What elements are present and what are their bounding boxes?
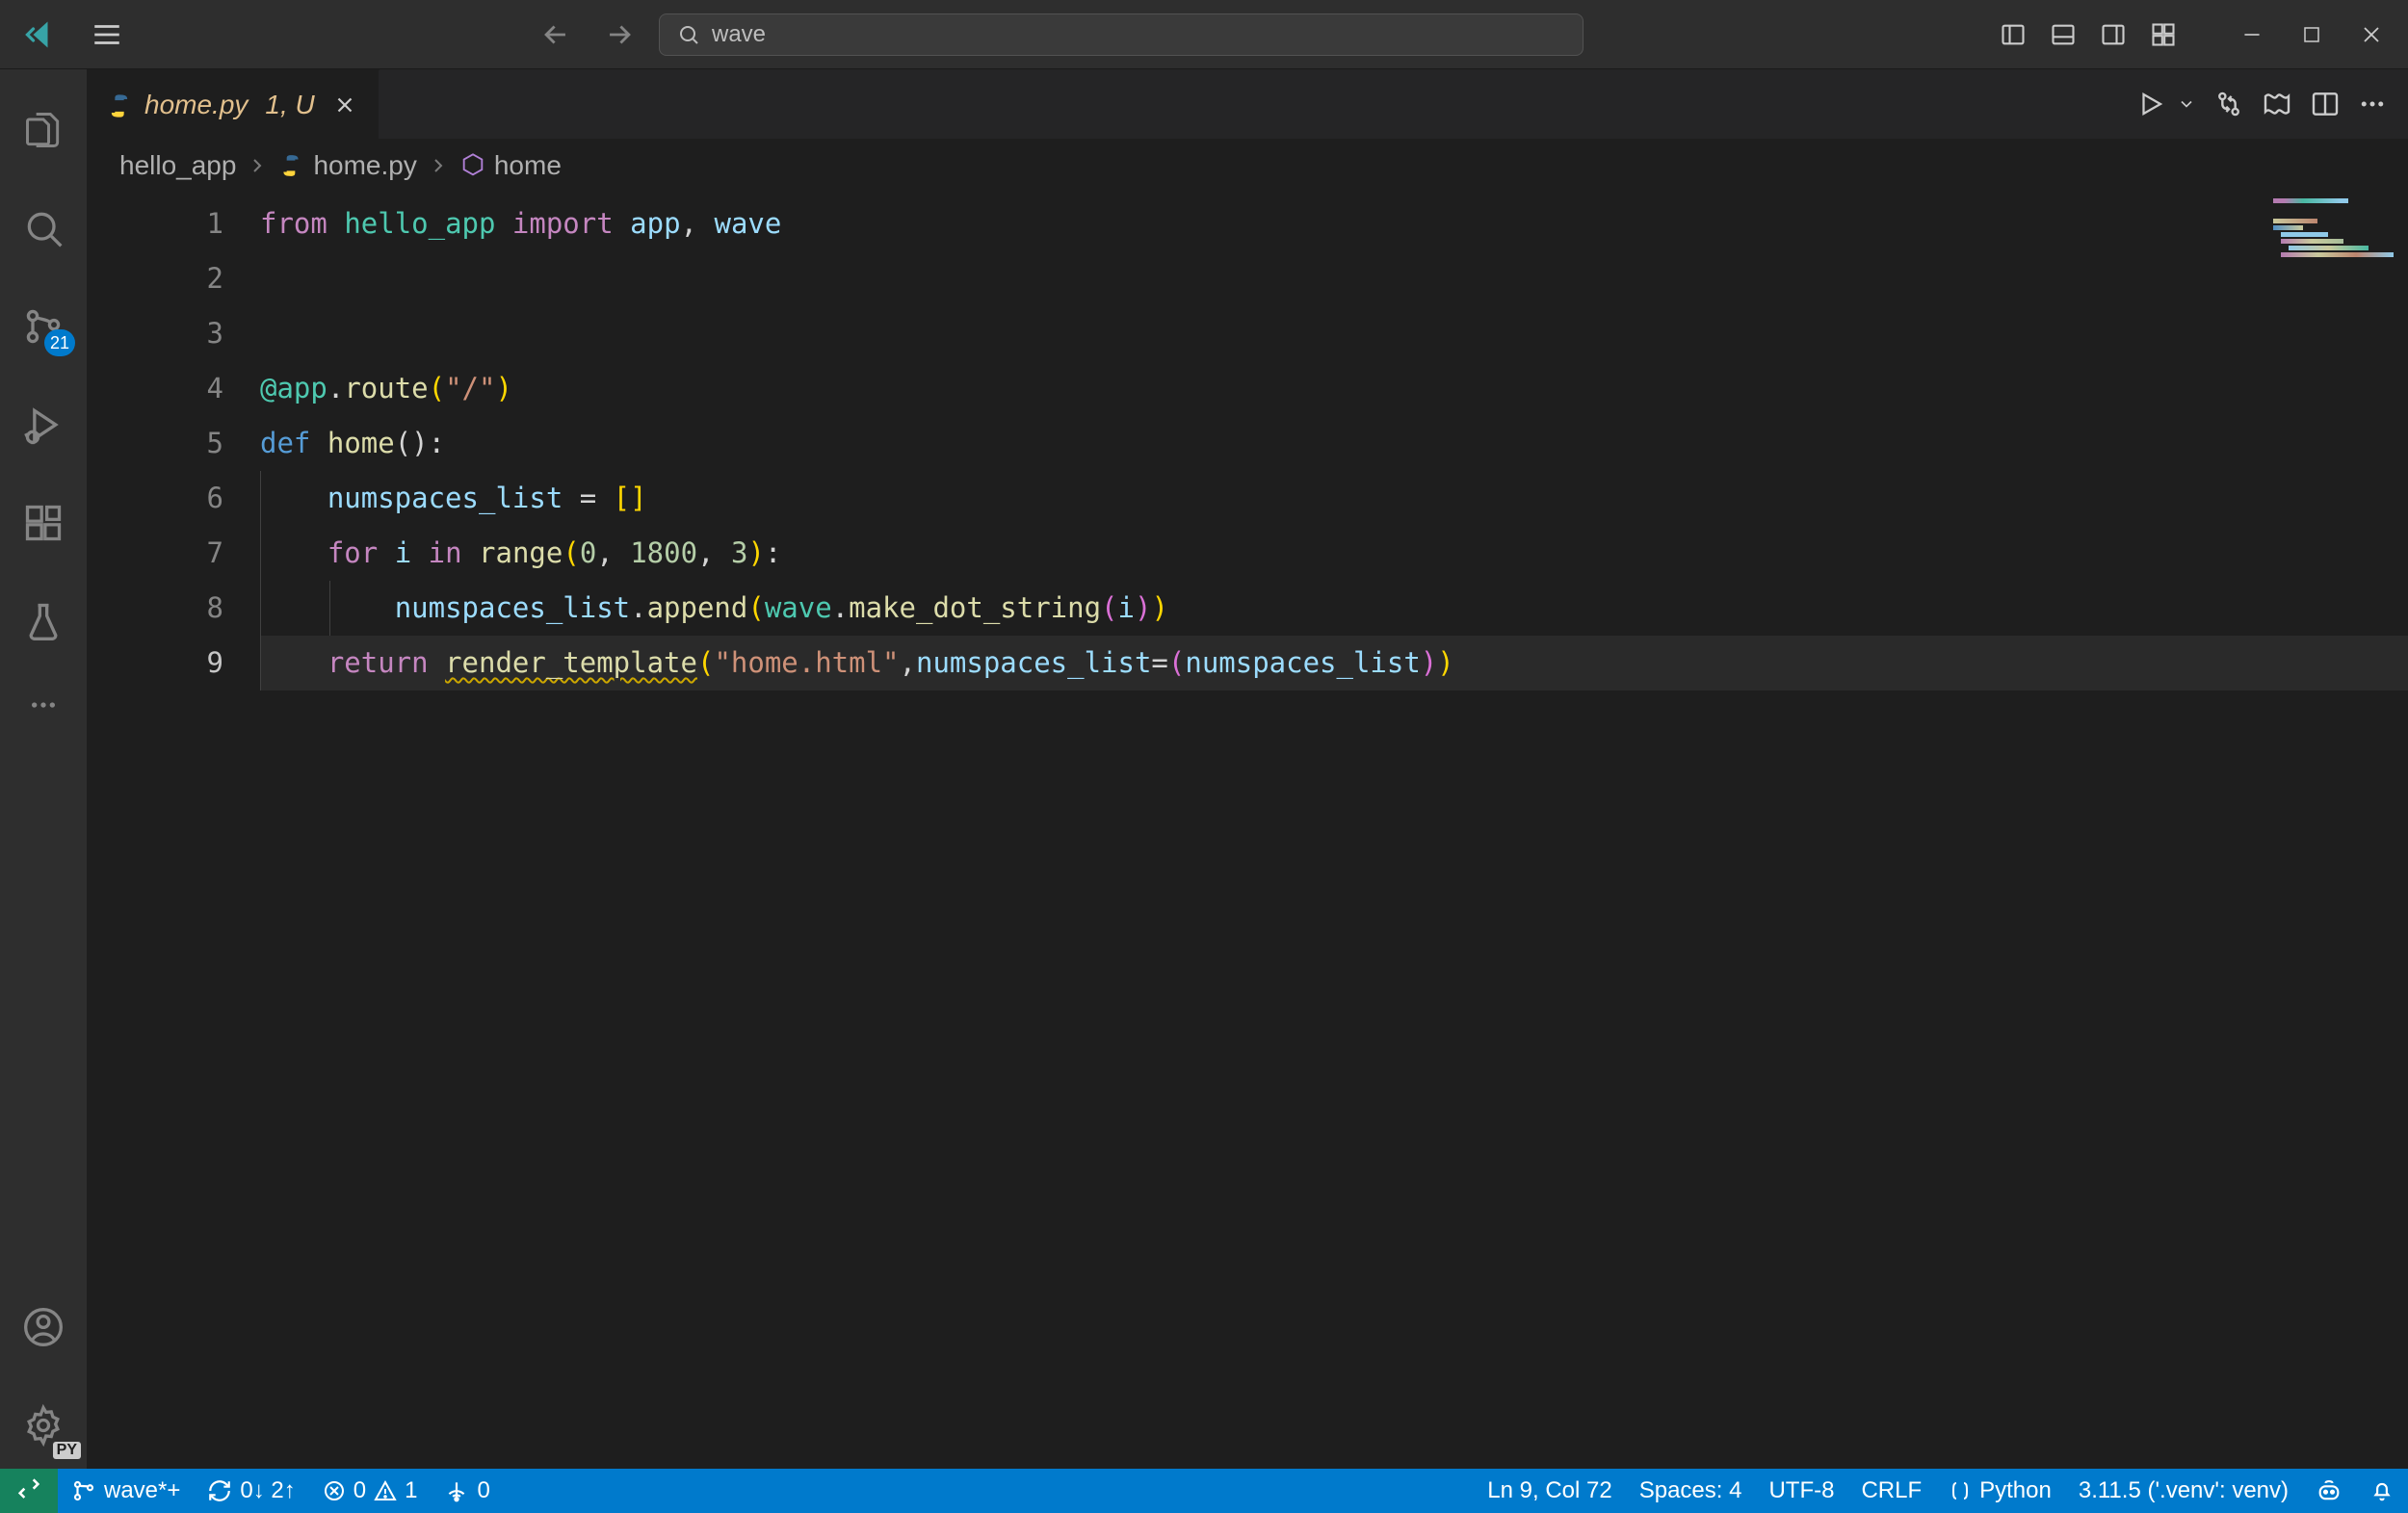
layout-controls [1988,14,2188,55]
tab-filename: home.py [144,90,248,120]
status-sync[interactable]: 0↓ 2↑ [194,1477,308,1504]
line-number: 7 [87,526,260,581]
status-notifications-icon[interactable] [2356,1478,2408,1503]
status-branch-name: wave*+ [104,1477,180,1504]
status-copilot-icon[interactable] [2302,1477,2356,1504]
remote-indicator[interactable] [0,1469,58,1513]
customize-layout-icon[interactable] [2138,14,2188,55]
minimap[interactable] [2271,198,2396,256]
titlebar-right-group [1988,14,2396,55]
compare-changes-icon[interactable] [2213,89,2244,119]
breadcrumb-folder[interactable]: hello_app [119,150,236,181]
line-number: 1 [87,196,260,251]
search-text: wave [712,21,766,48]
line-number: 6 [87,471,260,526]
tab-modified-indicator: 1, U [265,90,314,120]
tabs-row: home.py 1, U [87,69,2408,139]
python-file-icon [278,153,303,178]
code-line[interactable]: @app.route("/") [260,361,2408,416]
accounts-icon[interactable] [0,1284,87,1370]
toggle-panel-left-icon[interactable] [1988,14,2038,55]
more-actions-icon[interactable] [2358,90,2387,118]
editor-content[interactable]: 1 2 3 4 5 6 7 8 9 from hello_app import … [87,193,2408,1469]
toggle-panel-right-icon[interactable] [2088,14,2138,55]
status-encoding[interactable]: UTF-8 [1755,1477,1847,1504]
command-center-search[interactable]: wave [659,13,1584,56]
code-text[interactable]: from hello_app import app, wave @app.rou… [260,193,2408,1469]
code-line-active[interactable]: return render_template("home.html",numsp… [260,636,2408,691]
settings-icon[interactable]: PY [0,1382,87,1469]
run-debug-icon[interactable] [0,381,87,468]
status-warnings: 1 [405,1477,417,1504]
window-minimize-button[interactable] [2227,14,2277,55]
code-line[interactable] [260,306,2408,361]
status-interpreter[interactable]: 3.11.5 ('.venv': venv) [2065,1477,2302,1504]
code-line[interactable]: numspaces_list = [] [260,471,2408,526]
line-number: 9 [87,636,260,691]
settings-python-badge: PY [53,1442,81,1459]
status-left: wave*+ 0↓ 2↑ 0 1 0 [58,1477,504,1504]
search-view-icon[interactable] [0,185,87,272]
window-close-button[interactable] [2346,14,2396,55]
status-errors: 0 [353,1477,366,1504]
title-bar: wave [0,0,2408,69]
breadcrumb-file[interactable]: home.py [313,150,416,181]
line-number-gutter: 1 2 3 4 5 6 7 8 9 [87,193,260,1469]
editor-actions [2136,69,2408,139]
activity-bar: 21 PY [0,69,87,1469]
status-cursor[interactable]: Ln 9, Col 72 [1474,1477,1625,1504]
split-editor-icon[interactable] [2310,89,2341,119]
line-number: 3 [87,306,260,361]
status-eol[interactable]: CRLF [1847,1477,1935,1504]
code-line[interactable]: for i in range(0, 1800, 3): [260,526,2408,581]
vscode-logo [23,17,58,52]
status-ports[interactable]: 0 [431,1477,503,1504]
additional-views-icon[interactable] [0,676,87,734]
tab-home-py[interactable]: home.py 1, U [87,69,380,139]
symbol-function-icon [459,152,486,179]
line-number: 4 [87,361,260,416]
status-ports-count: 0 [477,1477,489,1504]
nav-forward-icon[interactable] [597,13,641,57]
source-control-icon[interactable]: 21 [0,283,87,370]
window-maximize-button[interactable] [2287,14,2337,55]
menu-icon[interactable] [85,13,129,57]
status-indent[interactable]: Spaces: 4 [1626,1477,1756,1504]
scm-badge: 21 [44,329,75,356]
status-branch[interactable]: wave*+ [58,1477,194,1504]
status-problems[interactable]: 0 1 [309,1477,432,1504]
code-line[interactable]: def home(): [260,416,2408,471]
toggle-panel-bottom-icon[interactable] [2038,14,2088,55]
tab-close-icon[interactable] [332,92,357,117]
status-language[interactable]: Python [1935,1477,2065,1504]
search-icon [677,23,700,46]
status-sync-text: 0↓ 2↑ [240,1477,295,1504]
python-file-icon [106,92,131,117]
code-line[interactable]: from hello_app import app, wave [260,196,2408,251]
chevron-right-icon [427,154,450,177]
run-button[interactable] [2136,90,2196,118]
editor-area: home.py 1, U [87,69,2408,1469]
testing-icon[interactable] [0,578,87,665]
breadcrumb-symbol[interactable]: home [494,150,562,181]
line-number: 5 [87,416,260,471]
open-changes-icon[interactable] [2262,89,2292,119]
status-right: Ln 9, Col 72 Spaces: 4 UTF-8 CRLF Python… [1474,1477,2408,1504]
line-number: 8 [87,581,260,636]
code-line[interactable]: numspaces_list.append(wave.make_dot_stri… [260,581,2408,636]
nav-group [534,13,641,57]
breadcrumb[interactable]: hello_app home.py home [87,139,2408,193]
explorer-icon[interactable] [0,87,87,173]
nav-back-icon[interactable] [534,13,578,57]
code-line[interactable] [260,251,2408,306]
line-number: 2 [87,251,260,306]
extensions-icon[interactable] [0,480,87,566]
status-bar: wave*+ 0↓ 2↑ 0 1 0 Ln 9, Col 72 Spaces: … [0,1469,2408,1513]
chevron-right-icon [246,154,269,177]
